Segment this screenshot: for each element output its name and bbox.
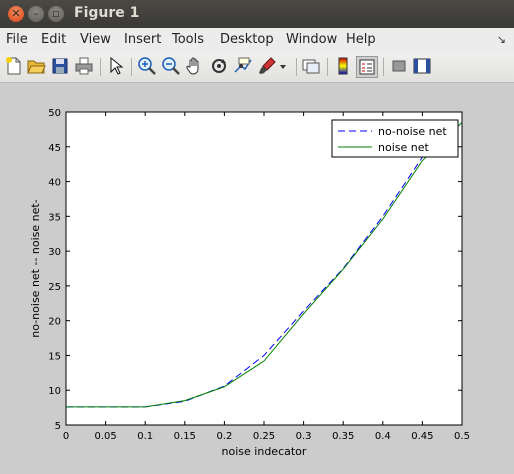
menu-view[interactable]: View: [80, 32, 111, 47]
x-tick-label: 0.3: [296, 431, 312, 442]
toolbar-separator: [131, 58, 132, 76]
x-tick-label: 0.05: [94, 431, 116, 442]
minimize-window-button[interactable]: –: [28, 6, 44, 22]
data-cursor-icon[interactable]: [233, 56, 253, 76]
x-tick-label: 0: [63, 431, 69, 442]
menu-edit[interactable]: Edit: [41, 32, 66, 47]
x-axis-label: noise indecator: [222, 445, 307, 458]
toolbar-separator: [100, 58, 101, 76]
brush-dropdown-icon[interactable]: [278, 56, 288, 76]
y-tick-label: 20: [48, 317, 61, 328]
print-icon[interactable]: [74, 56, 94, 76]
show-plot-tools-icon[interactable]: [412, 56, 432, 76]
toolbar-separator: [296, 58, 297, 76]
legend[interactable]: no-noise net noise net: [331, 119, 459, 158]
figure-toolbar: [0, 52, 514, 83]
figure-window: ✕ – ▫ Figure 1 File Edit View Insert Too…: [0, 0, 514, 470]
brush-icon[interactable]: [257, 56, 277, 76]
y-tick-label: 10: [48, 386, 61, 397]
menu-bar: File Edit View Insert Tools Desktop Wind…: [0, 28, 514, 52]
title-bar: ✕ – ▫ Figure 1: [0, 0, 514, 28]
toolbar-separator: [327, 58, 328, 76]
menu-insert[interactable]: Insert: [124, 32, 161, 47]
menu-tools[interactable]: Tools: [172, 32, 204, 47]
link-plot-icon[interactable]: [301, 56, 321, 76]
y-tick-label: 45: [48, 143, 61, 154]
x-tick-label: 0.1: [137, 431, 153, 442]
menu-window[interactable]: Window: [286, 32, 337, 47]
colorbar-icon[interactable]: [333, 56, 353, 76]
y-tick-label: 30: [48, 247, 61, 258]
y-tick-label: 5: [55, 421, 61, 432]
x-tick-label: 0.45: [411, 431, 433, 442]
y-tick-label: 25: [48, 282, 61, 293]
y-tick-label: 35: [48, 212, 61, 223]
x-tick-label: 0.25: [253, 431, 275, 442]
rotate-3d-icon[interactable]: [209, 56, 229, 76]
legend-label: no-noise net: [378, 125, 447, 138]
zoom-out-icon[interactable]: [161, 56, 181, 76]
y-tick-label: 50: [48, 108, 61, 119]
menu-desktop[interactable]: Desktop: [220, 32, 274, 47]
toolbar-separator: [383, 58, 384, 76]
menu-file[interactable]: File: [6, 32, 28, 47]
maximize-window-button[interactable]: ▫: [48, 6, 64, 22]
zoom-in-icon[interactable]: [137, 56, 157, 76]
axes-box: [65, 111, 463, 426]
y-tick-label: 15: [48, 351, 61, 362]
pointer-arrow-icon[interactable]: [106, 56, 126, 76]
menu-help[interactable]: Help: [346, 32, 376, 47]
save-icon[interactable]: [50, 56, 70, 76]
dock-arrow-icon[interactable]: ↘: [497, 33, 506, 46]
x-tick-label: 0.2: [216, 431, 232, 442]
figure-canvas: 0 0.05 0.1 0.15 0.2 0.25 0.3 0.35 0.4 0.45 0.5 5 10 1…: [0, 83, 514, 470]
open-folder-icon[interactable]: [26, 56, 46, 76]
pan-hand-icon[interactable]: [185, 56, 205, 76]
line-chart[interactable]: 0 0.05 0.1 0.15 0.2 0.25 0.3 0.35 0.4 0.45 0.5 5 10 1…: [0, 83, 514, 470]
window-title: Figure 1: [74, 5, 140, 21]
y-tick-label: 40: [48, 178, 61, 189]
close-window-button[interactable]: ✕: [8, 6, 24, 22]
x-tick-label: 0.4: [375, 431, 391, 442]
legend-label: noise net: [378, 141, 429, 154]
legend-icon[interactable]: [356, 56, 378, 78]
y-axis-label: no-noise net -- noise net-: [29, 199, 42, 337]
hide-plot-tools-icon[interactable]: [389, 56, 409, 76]
x-tick-label: 0.15: [174, 431, 196, 442]
new-file-icon[interactable]: [4, 56, 24, 76]
x-tick-label: 0.5: [454, 431, 470, 442]
x-tick-label: 0.35: [332, 431, 354, 442]
